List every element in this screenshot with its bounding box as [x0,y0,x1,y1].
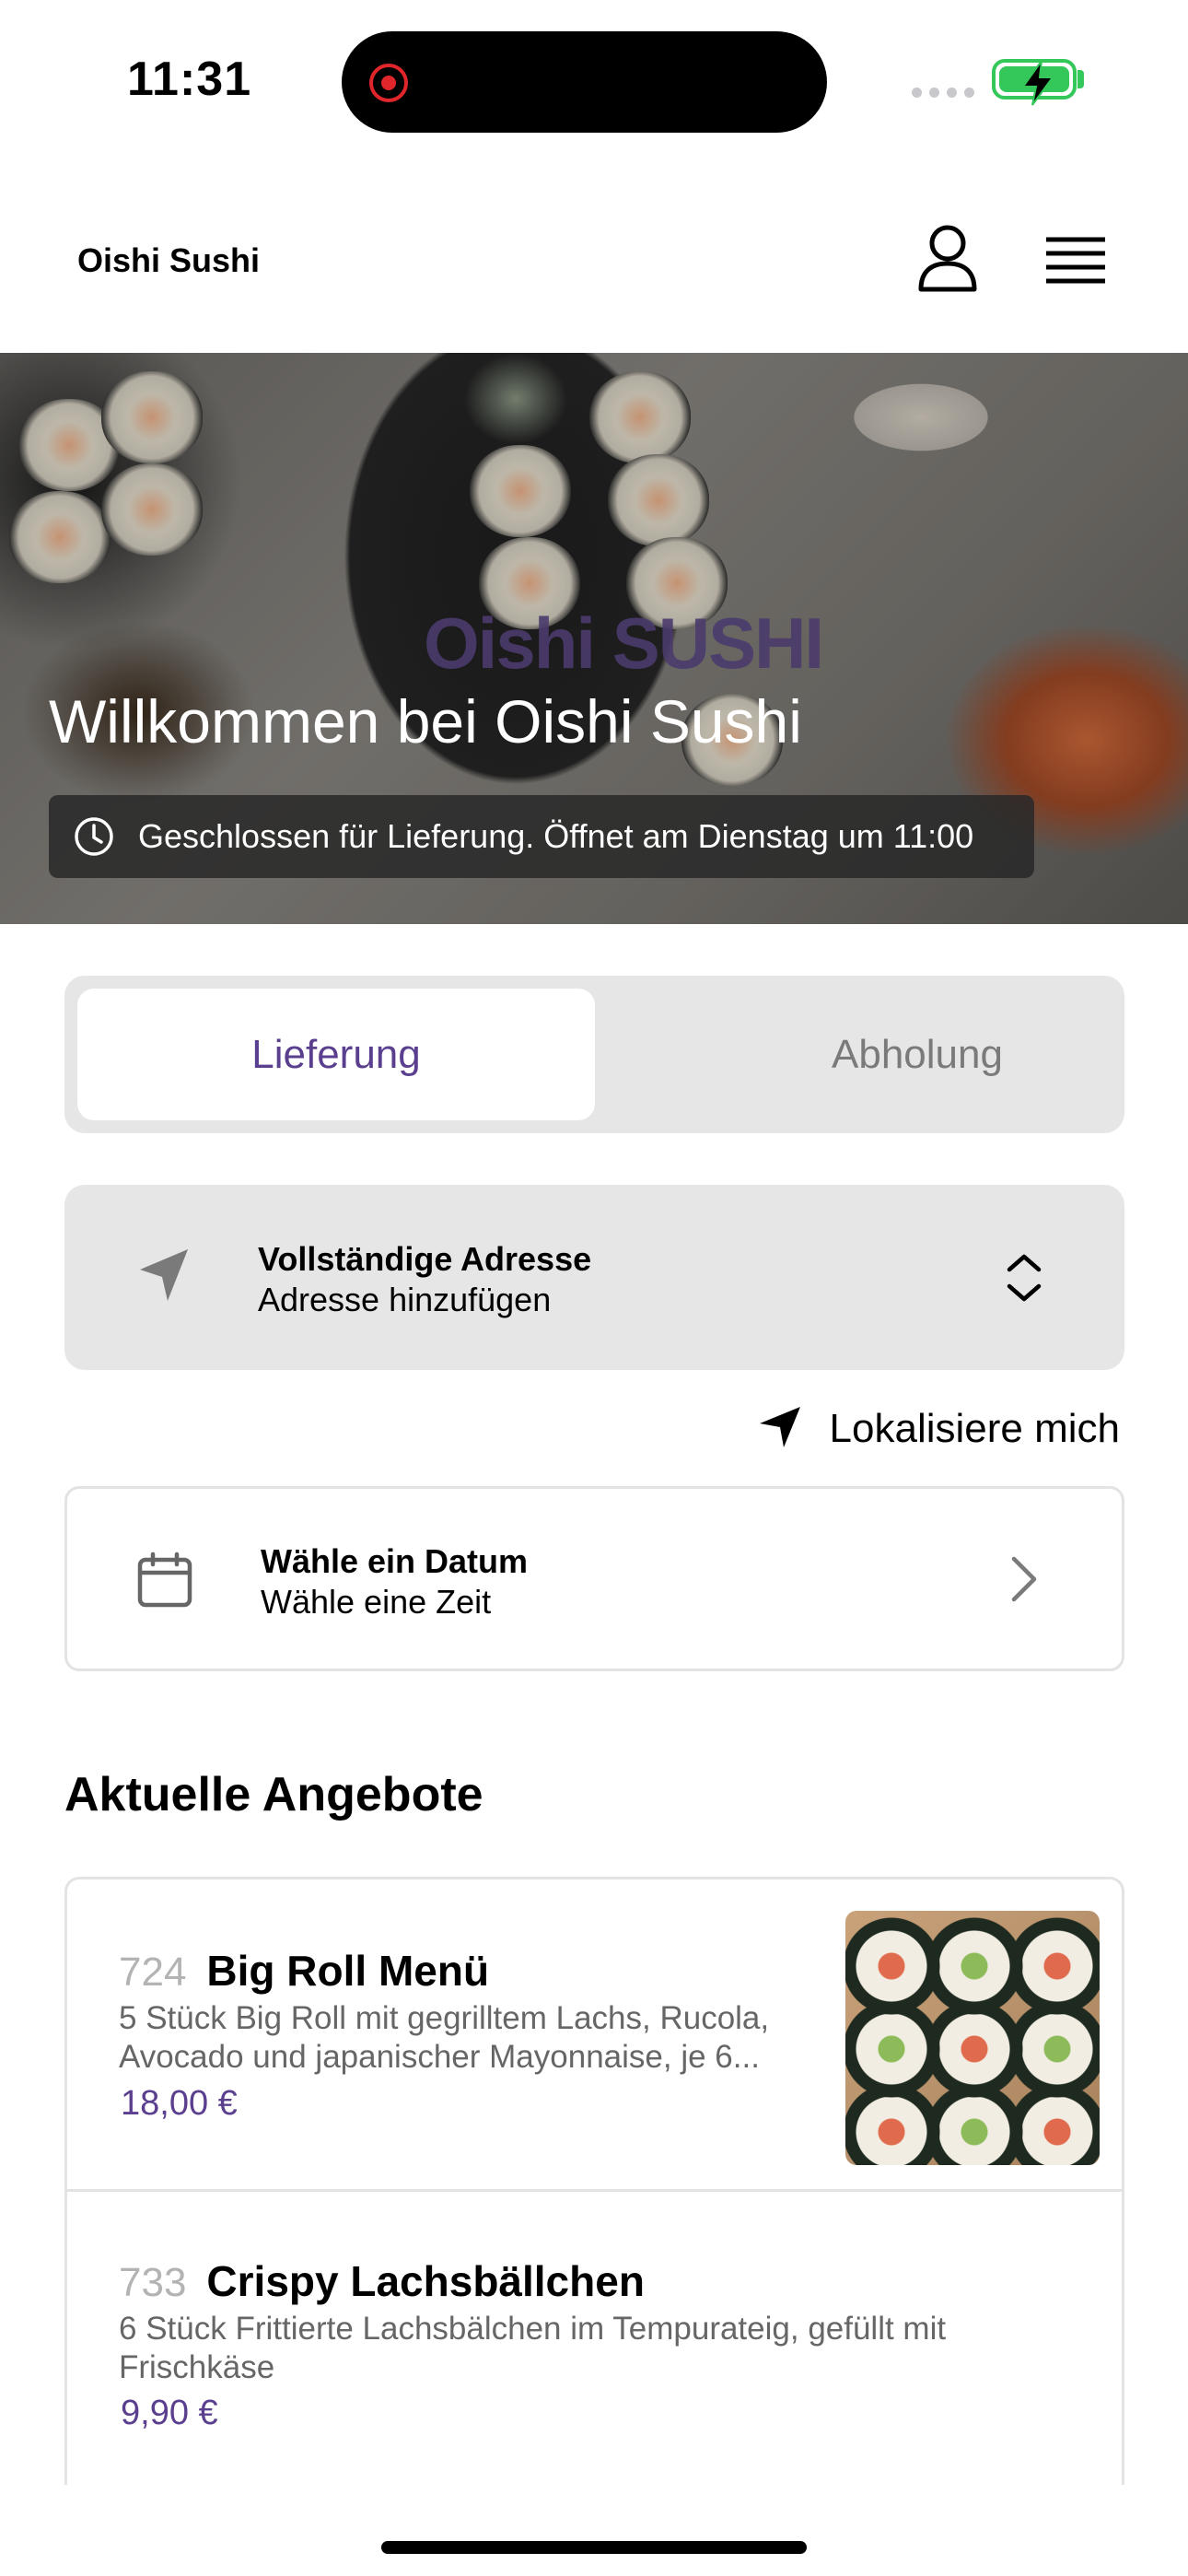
tab-pickup[interactable]: Abholung [658,989,1176,1120]
address-title: Vollständige Adresse [258,1240,592,1278]
offers-heading: Aktuelle Angebote [64,1768,483,1821]
hero-banner: Oishi SUSHI Willkommen bei Oishi Sushi G… [0,353,1188,924]
closed-notice-text: Geschlossen für Lieferung. Öffnet am Die… [138,817,974,855]
home-indicator[interactable] [381,2541,807,2554]
signal-icon [912,88,974,98]
brand-title: Oishi Sushi [77,241,261,279]
time-subtitle: Wähle eine Zeit [261,1583,492,1621]
offer-item[interactable]: 733 Crispy Lachsbällchen 6 Stück Frittie… [67,2189,1122,2485]
closed-notice: Geschlossen für Lieferung. Öffnet am Die… [49,795,1034,878]
offer-name: Crispy Lachsbällchen [206,2257,645,2305]
app-header: Oishi Sushi [0,157,1188,353]
navigation-icon [136,1246,192,1309]
address-subtitle: Adresse hinzufügen [258,1281,552,1318]
status-bar: 11:31 [0,0,1188,157]
offer-name: Big Roll Menü [206,1947,490,1995]
chevron-right-icon [1008,1555,1040,1608]
dynamic-island [342,31,827,133]
battery-icon [992,59,1077,106]
hero-logo: Oishi SUSHI [424,603,824,684]
location-arrow-icon [758,1405,802,1454]
hero-title: Willkommen bei Oishi Sushi [49,687,802,755]
offer-number: 733 [119,2260,187,2305]
user-icon[interactable] [915,221,980,295]
locate-me-label: Lokalisiere mich [829,1406,1120,1451]
offer-description-line: 6 Stück Frittierte Lachsbälchen im Tempu… [119,2311,947,2347]
address-selector[interactable]: Vollständige Adresse Adresse hinzufügen [64,1185,1124,1370]
locate-me-link[interactable]: Lokalisiere mich [758,1403,1120,1455]
status-time: 11:31 [127,53,252,106]
calendar-icon [136,1551,193,1613]
date-title: Wähle ein Datum [261,1542,529,1580]
offer-number: 724 [119,1950,187,1995]
offers-list: 724 Big Roll Menü 5 Stück Big Roll mit g… [64,1877,1124,2485]
offer-description-line: Frischkäse [119,2349,275,2385]
offer-price: 9,90 € [121,2394,218,2432]
tab-delivery[interactable]: Lieferung [77,989,595,1120]
offer-description-line: Avocado und japanischer Mayonnaise, je 6… [119,2039,760,2075]
date-selector[interactable]: Wähle ein Datum Wähle eine Zeit [64,1486,1124,1671]
offer-image [845,1911,1100,2165]
offer-description-line: 5 Stück Big Roll mit gegrilltem Lachs, R… [119,2000,770,2036]
chevron-updown-icon [1004,1249,1044,1311]
offer-item[interactable]: 724 Big Roll Menü 5 Stück Big Roll mit g… [67,1879,1122,2189]
clock-icon [73,815,115,862]
battery-nub [1077,70,1084,88]
offer-price: 18,00 € [121,2084,238,2123]
order-mode-toggle: Lieferung Abholung [64,976,1124,1133]
menu-icon[interactable] [1041,228,1111,293]
record-icon [369,64,408,102]
